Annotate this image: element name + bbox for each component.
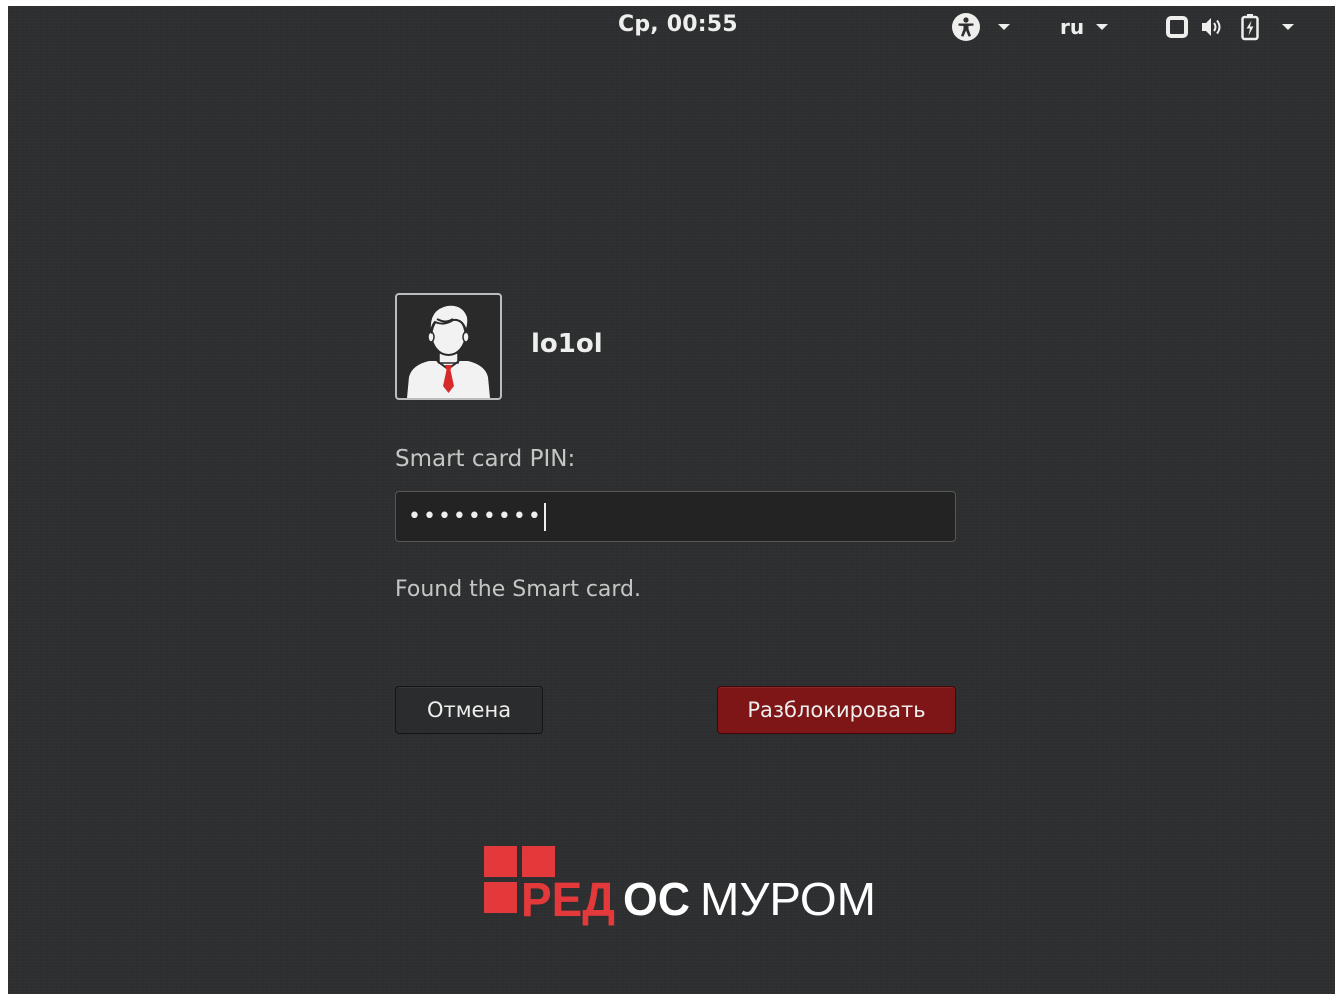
accessibility-menu[interactable]	[952, 12, 1010, 42]
pin-value: •••••••••	[408, 504, 543, 529]
pin-label: Smart card PIN:	[395, 446, 576, 472]
clock[interactable]: Ср, 00:55	[618, 12, 738, 37]
unlock-button[interactable]: Разблокировать	[717, 686, 956, 734]
cancel-button[interactable]: Отмена	[395, 686, 543, 734]
status-message: Found the Smart card.	[395, 577, 642, 602]
svg-text:МУРОМ: МУРОМ	[700, 873, 876, 925]
svg-text:РЕД: РЕД	[521, 874, 615, 927]
language-menu[interactable]: ru	[1060, 12, 1109, 42]
svg-text:ОС: ОС	[623, 873, 690, 925]
battery-icon	[1241, 14, 1259, 41]
username: lo1ol	[531, 329, 603, 359]
volume-icon	[1202, 18, 1221, 36]
chevron-down-icon	[1096, 24, 1109, 30]
top-bar: Ср, 00:55 ru	[8, 6, 1335, 48]
language-label: ru	[1060, 15, 1085, 39]
lock-screen: Ср, 00:55 ru lo1ol Smart card PIN: •••••…	[8, 6, 1335, 994]
accessibility-icon	[952, 13, 980, 41]
pin-input[interactable]: •••••••••	[395, 491, 956, 542]
user-avatar	[395, 293, 502, 400]
distro-logo: РЕД ОС МУРОМ	[484, 846, 876, 927]
window-icon	[1166, 16, 1188, 38]
chevron-down-icon	[998, 24, 1010, 30]
chevron-down-icon	[1282, 24, 1294, 30]
text-cursor	[543, 502, 546, 531]
user-avatar-icon	[407, 303, 490, 398]
system-menu[interactable]	[1166, 12, 1294, 42]
